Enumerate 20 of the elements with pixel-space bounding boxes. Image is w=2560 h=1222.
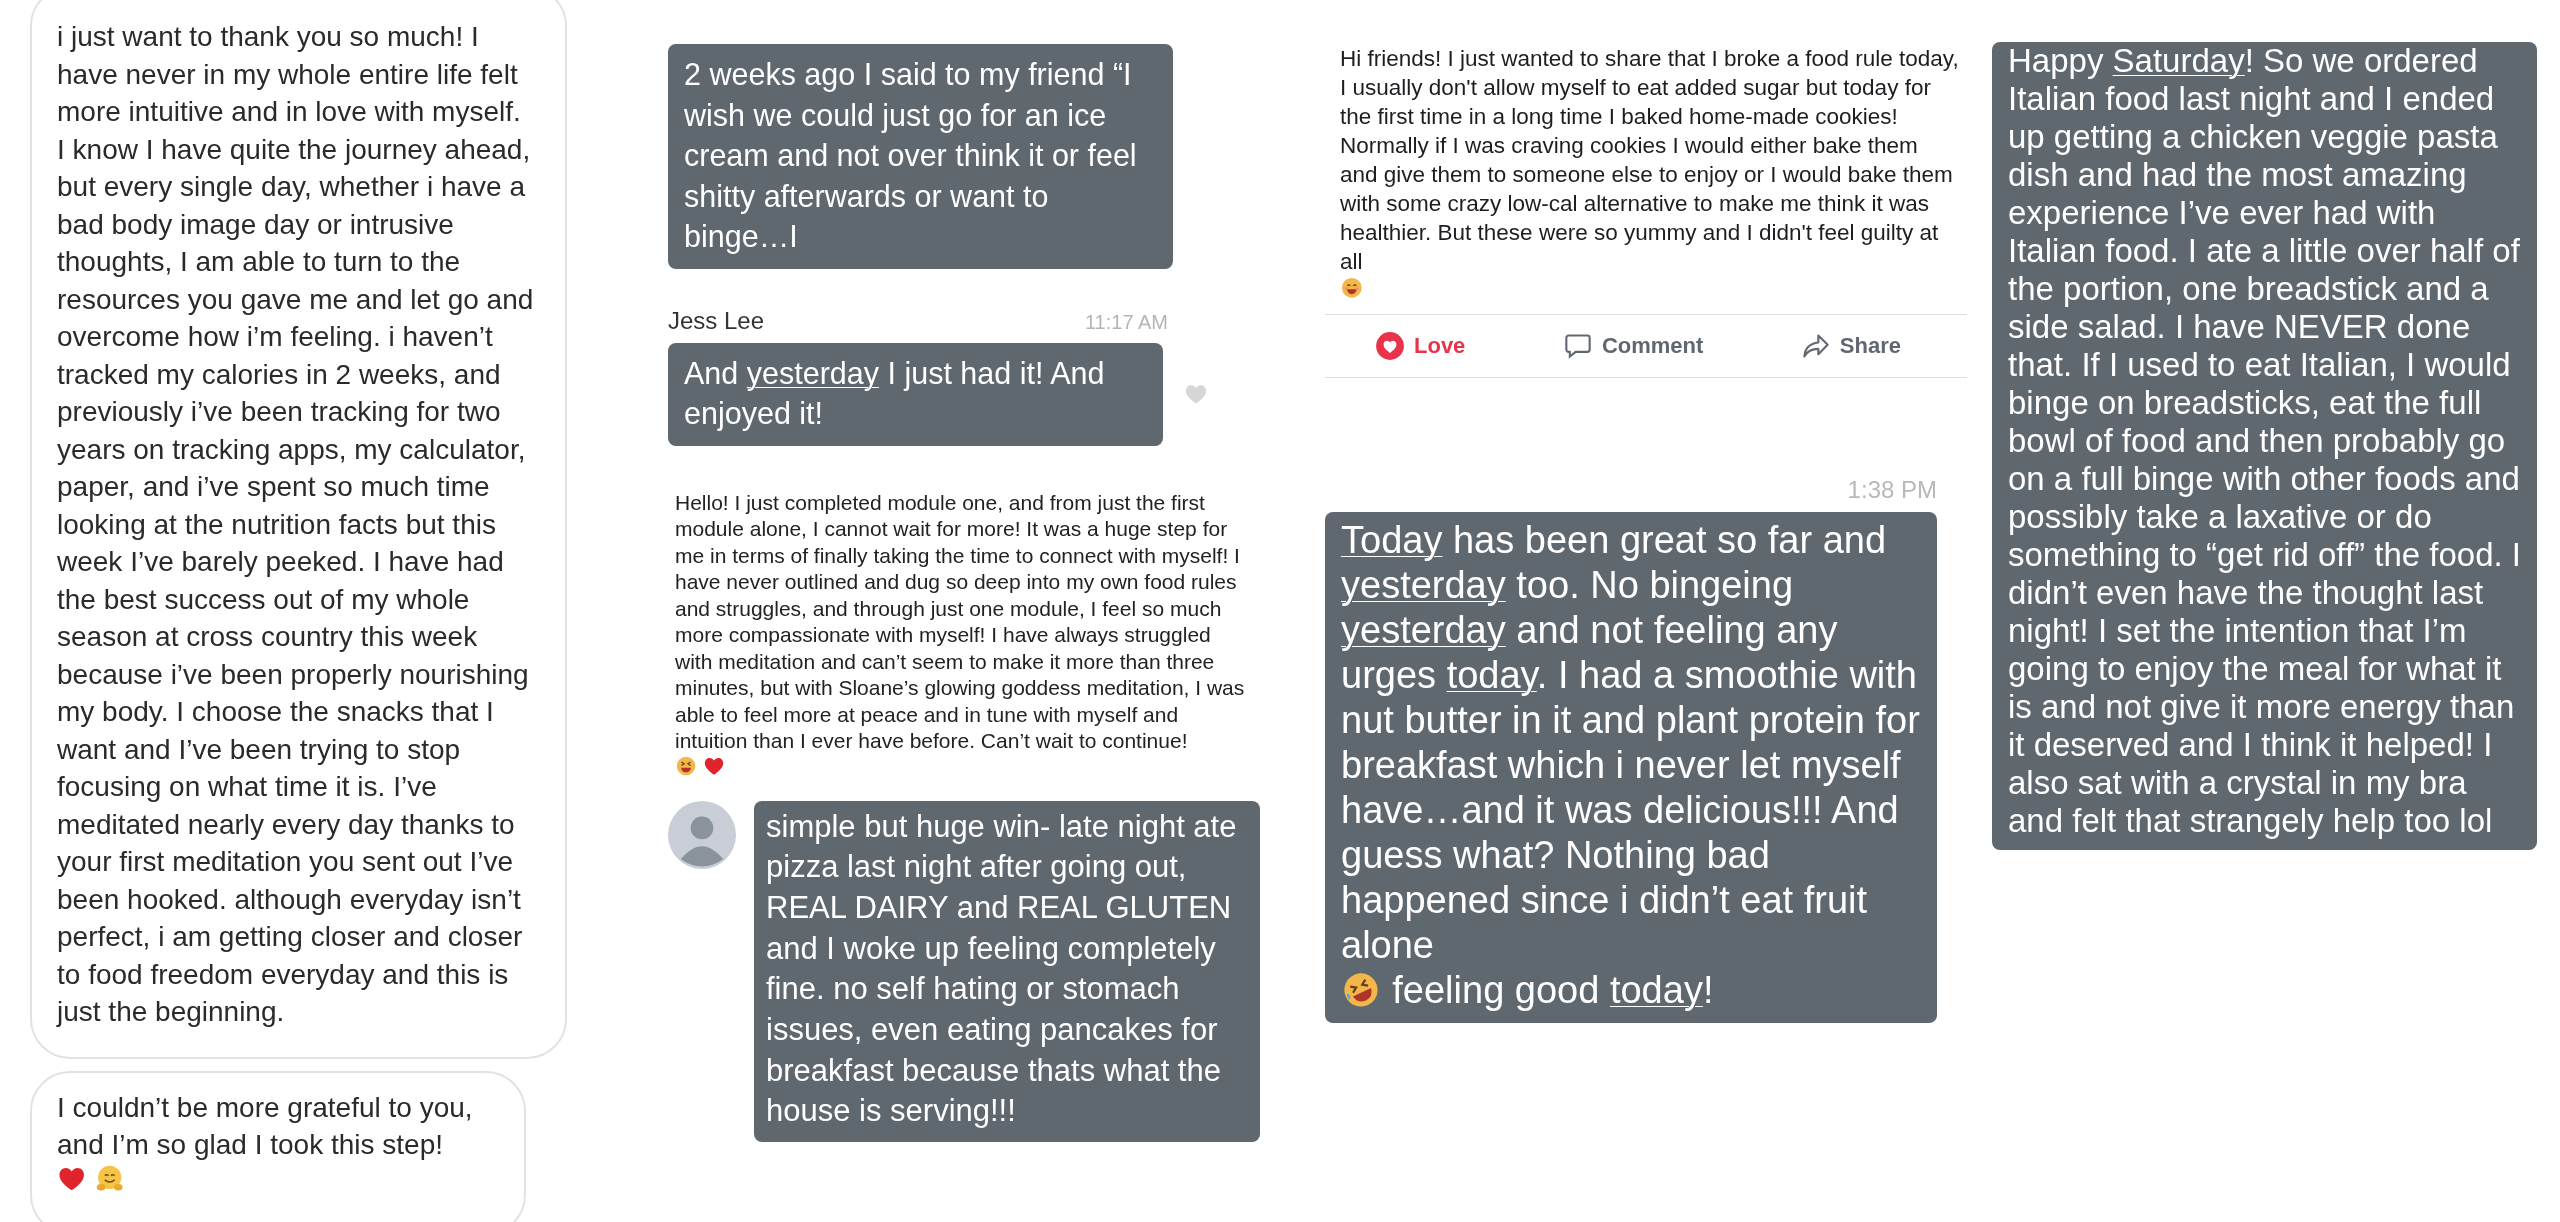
timestamp: 11:17 AM: [1084, 310, 1168, 334]
sender-name: Jess Lee: [668, 306, 765, 335]
laughing-face-icon: [675, 754, 698, 777]
love-button[interactable]: Love: [1370, 327, 1472, 364]
share-button[interactable]: Share: [1795, 327, 1907, 364]
smiling-face-icon: [1340, 276, 1364, 300]
message-text: i just want to thank you so much! I have never in my whole entire life felt more intuitive and in love with myself. I know I have quite the journey ahead, but every single day, whether i have a bad body image day or intrusive thoughts, I am able to turn to the resources you gave me and let go and overcome how i’m feeling. i haven’t tracked my calories in 2 weeks, and previously i’ve been tracking for two years on tracking apps, my calculator, paper, and i’ve spent so much time looking at the nutrition facts but this week I’ve barely peeked. I have had the best success out of my whole season at cross country this week because i’ve been properly nourishing my body. I choose the snacks that I want and I’ve been trying to stop focusing on what time it is. I’ve meditated nearly every day thanks to your first meditation you sent out I’ve been hooked. although everyday isn’t perfect, i am getting closer and closer to food freedom everyday and this is just the beginning.: [57, 20, 535, 1029]
message-text: I couldn’t be more grateful to you, and I’m so glad I took this step!: [57, 1090, 474, 1162]
speech-bubble-icon: [1563, 331, 1592, 360]
message-text: Happy Saturday! So we ordered Italian food last night and I ended up getting a chicken veggie pasta dish and had the most amazing experience I’ve ever had with Italian food. I ate a little over half of the portion, one breadstick and a side salad. I have NEVER done that. If I used to eat Italian, I would binge on breadsticks, eat the full bowl of food and then probably go on a full binge with other foods and possibly take a laxative or do something to “get rid off” the food. I didn’t even have the thought last night! I set the intention that I’m going to enjoy the meal for what it is and not give it more energy than it deserved and I think it helped! I also sat with a crystal in my bra and felt that strangely help too lol: [2008, 42, 2521, 840]
comment-button[interactable]: Comment: [1557, 327, 1710, 364]
message-text: Hello! I just completed module one, and from just the first module alone, I cannot wait for more! It was a huge step for me in terms of finally taking the time to connect with myself! I have never outlined and dug so deep into my own food rules and struggles, and through just one module, I feel so much more compassionate with myself! I have always struggled with meditation and can’t seem to make it more than three minutes, but with Sloane’s glowing goddess meditation, I was able to feel more at peace and in tune with myself and intuition than I ever have before. Can’t wait to continue!: [675, 489, 1246, 754]
message-text: And yesterday I just had it! And enjoyed it!: [684, 354, 1106, 433]
hugging-face-icon: [94, 1163, 125, 1193]
timestamp: 1:38 PM: [1847, 475, 1937, 504]
arrow-icon: [1801, 331, 1830, 360]
message-text: feeling good today!: [1392, 967, 1714, 1013]
message-text: simple but huge win- late night ate pizza last night after going out, REAL DAIRY and REAL GLUTEN and I woke up feeling completely fine. no self hating or stomach issues, even eating pancakes for breakfast because thats what the house is serving!!!: [766, 807, 1238, 1131]
message-text: 2 weeks ago I said to my friend “I wish we could just go for an ice cream and not over think it or feel shitty afterwards or want to binge…I: [684, 56, 1138, 256]
message-text: Hi friends! I just wanted to share that I broke a food rule today, I usually don't allow myself to eat added sugar but today for the first time in a long time I baked home-made cookies! Normally if I was craving cookies I would either bake them and give them to someone else to enjoy or I would bake them with some crazy low-cal alternative to make me think it was healthier. But these were so yummy and I didn't feel guilty at all: [1340, 45, 1959, 276]
